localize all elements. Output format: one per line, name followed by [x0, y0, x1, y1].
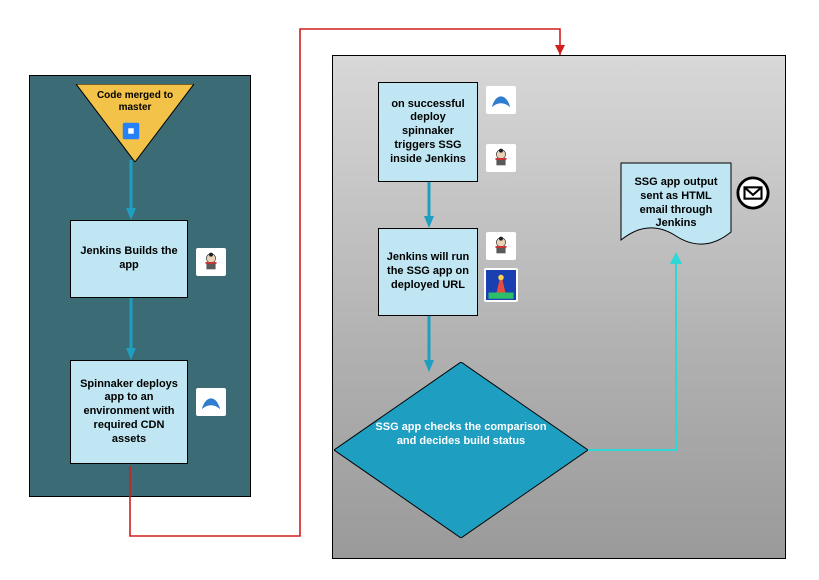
box-spinnaker-deploy: Spinnaker deploys app to an environment … — [70, 360, 188, 464]
arrow-success-to-run — [424, 182, 434, 228]
arrow-tri-to-jenkins — [126, 160, 136, 220]
lighthouse-icon — [484, 268, 518, 302]
spinnaker-icon-2 — [486, 86, 516, 114]
jenkins-icon — [196, 248, 226, 276]
bitbucket-icon — [120, 120, 142, 142]
spinnaker-icon — [196, 388, 226, 416]
doc-email-label: SSG app output sent as HTML email throug… — [628, 176, 724, 231]
email-icon — [736, 176, 770, 210]
arrow-jenkins-to-spinnaker — [126, 298, 136, 360]
box-jenkins-build: Jenkins Builds the app — [70, 220, 188, 298]
arrow-run-to-decision — [424, 316, 434, 372]
jenkins-icon-2 — [486, 144, 516, 172]
box-run-ssg: Jenkins will run the SSG app on deployed… — [378, 228, 478, 316]
jenkins-icon-3 — [486, 232, 516, 260]
decision-ssg-check — [334, 362, 588, 538]
decision-label: SSG app checks the comparison and decide… — [372, 420, 550, 449]
triangle-label: Code merged to master — [94, 90, 176, 114]
box-success-deploy: on successful deploy spinnaker triggers … — [378, 82, 478, 182]
